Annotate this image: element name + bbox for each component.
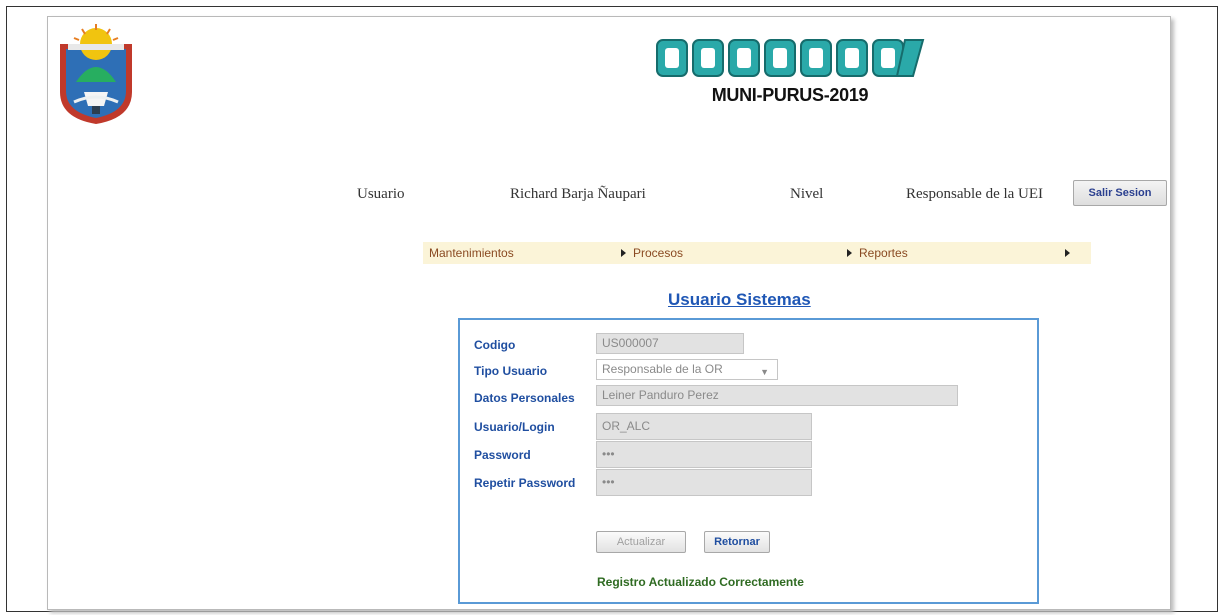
tipo-usuario-select[interactable]: Responsable de la OR ▼ — [596, 359, 778, 380]
menu-item-reportes[interactable]: Reportes — [859, 242, 908, 264]
return-button[interactable]: Retornar — [704, 531, 770, 553]
tipo-usuario-label: Tipo Usuario — [474, 364, 548, 378]
system-subtitle: MUNI-PURUS-2019 — [711, 85, 869, 105]
codigo-field[interactable]: US000007 — [596, 333, 744, 354]
menu-item-procesos[interactable]: Procesos — [633, 242, 683, 264]
level-label: Nivel — [790, 186, 824, 202]
logout-button[interactable]: Salir Sesion — [1073, 180, 1167, 206]
submenu-arrow-icon — [847, 249, 852, 257]
repetir-password-field[interactable]: ••• — [596, 469, 812, 496]
submenu-arrow-icon — [1065, 249, 1070, 257]
main-menu-bar: Mantenimientos Procesos Reportes — [423, 242, 1091, 264]
chevron-down-icon: ▼ — [760, 367, 769, 377]
tipo-usuario-selected: Responsable de la OR — [602, 362, 723, 376]
status-message: Registro Actualizado Correctamente — [597, 575, 804, 589]
system-logo-wordmark — [656, 39, 925, 77]
user-name: Richard Barja Ñaupari — [510, 186, 646, 202]
form-title: Usuario Sistemas — [668, 290, 811, 309]
update-button[interactable]: Actualizar — [596, 531, 686, 553]
codigo-label: Codigo — [474, 338, 516, 352]
menu-item-mantenimientos[interactable]: Mantenimientos — [429, 242, 514, 264]
usuario-login-field[interactable]: OR_ALC — [596, 413, 812, 440]
repetir-password-label: Repetir Password — [474, 476, 576, 490]
password-label: Password — [474, 448, 531, 462]
level-value: Responsable de la UEI — [906, 186, 1044, 202]
password-field[interactable]: ••• — [596, 441, 812, 468]
usuario-login-label: Usuario/Login — [474, 420, 555, 434]
datos-personales-field[interactable]: Leiner Panduro Perez — [596, 385, 958, 406]
submenu-arrow-icon — [621, 249, 626, 257]
municipal-crest-logo — [60, 24, 132, 124]
datos-personales-label: Datos Personales — [474, 391, 575, 405]
user-label: Usuario — [357, 186, 405, 202]
